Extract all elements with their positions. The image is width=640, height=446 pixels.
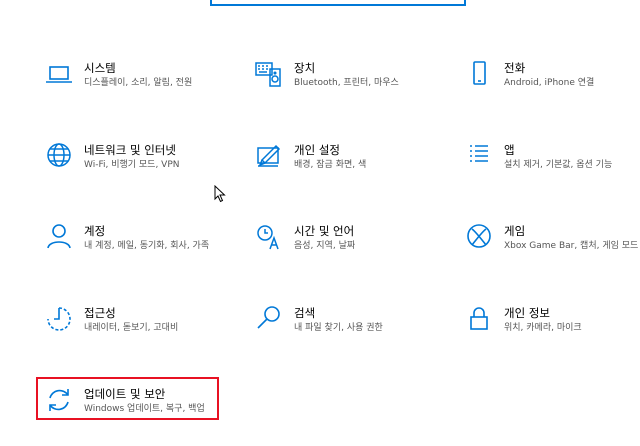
tile-accessibility[interactable]: 접근성 내레이터, 돋보기, 고대비 — [38, 305, 228, 365]
tile-description: 디스플레이, 소리, 알림, 전원 — [84, 78, 193, 88]
laptop-icon — [44, 60, 74, 90]
tile-title: 전화 — [504, 61, 526, 75]
tile-description: 설치 제거, 기본값, 옵션 기능 — [504, 160, 613, 170]
mouse-cursor-icon — [214, 184, 226, 203]
tile-description: 음성, 지역, 날짜 — [294, 241, 356, 251]
tile-phone[interactable]: 전화 Android, iPhone 연결 — [458, 60, 640, 120]
tile-network[interactable]: 네트워크 및 인터넷 Wi-Fi, 비행기 모드, VPN — [38, 142, 228, 202]
tile-title: 개인 설정 — [294, 143, 340, 157]
tile-description: Bluetooth, 프린터, 마우스 — [294, 78, 399, 88]
tile-apps[interactable]: 앱 설치 제거, 기본값, 옵션 기능 — [458, 142, 640, 202]
tile-devices[interactable]: 장치 Bluetooth, 프린터, 마우스 — [248, 60, 438, 120]
sync-icon — [44, 386, 74, 416]
tile-privacy[interactable]: 개인 정보 위치, 카메라, 마이크 — [458, 305, 640, 365]
tile-description: Xbox Game Bar, 캡처, 게임 모드 — [504, 241, 639, 251]
tile-title: 장치 — [294, 61, 316, 75]
tile-description: Android, iPhone 연결 — [504, 78, 595, 88]
tile-title: 접근성 — [84, 306, 116, 320]
tile-title: 네트워크 및 인터넷 — [84, 143, 176, 157]
globe-icon — [44, 142, 74, 172]
accessibility-icon — [44, 305, 74, 335]
tile-gaming[interactable]: 게임 Xbox Game Bar, 캡처, 게임 모드 — [458, 223, 640, 283]
tile-description: 위치, 카메라, 마이크 — [504, 323, 582, 333]
time-language-icon — [254, 223, 284, 253]
search-icon — [254, 305, 284, 335]
personalize-icon — [254, 142, 284, 172]
tile-title: 시간 및 언어 — [294, 224, 355, 238]
apps-list-icon — [464, 142, 494, 172]
tile-description: 내 계정, 메일, 동기화, 회사, 가족 — [84, 241, 210, 251]
tile-system[interactable]: 시스템 디스플레이, 소리, 알림, 전원 — [38, 60, 228, 120]
tile-title: 계정 — [84, 224, 106, 238]
tile-title: 게임 — [504, 224, 526, 238]
devices-icon — [254, 60, 284, 90]
search-box[interactable] — [210, 0, 466, 6]
person-icon — [44, 223, 74, 253]
tile-search[interactable]: 검색 내 파일 찾기, 사용 권한 — [248, 305, 438, 365]
tile-description: Windows 업데이트, 복구, 백업 — [84, 404, 205, 414]
tile-title: 업데이트 및 보안 — [84, 387, 166, 401]
tile-update-security[interactable]: 업데이트 및 보안 Windows 업데이트, 복구, 백업 — [38, 386, 228, 446]
tile-accounts[interactable]: 계정 내 계정, 메일, 동기화, 회사, 가족 — [38, 223, 228, 283]
tile-title: 앱 — [504, 143, 515, 157]
tile-description: 내 파일 찾기, 사용 권한 — [294, 323, 383, 333]
tile-description: 내레이터, 돋보기, 고대비 — [84, 323, 179, 333]
xbox-icon — [464, 223, 494, 253]
lock-icon — [464, 305, 494, 335]
tile-personalization[interactable]: 개인 설정 배경, 잠금 화면, 색 — [248, 142, 438, 202]
tile-time-language[interactable]: 시간 및 언어 음성, 지역, 날짜 — [248, 223, 438, 283]
tile-title: 검색 — [294, 306, 316, 320]
search-input[interactable] — [212, 0, 464, 4]
tile-description: Wi-Fi, 비행기 모드, VPN — [84, 160, 180, 170]
tile-description: 배경, 잠금 화면, 색 — [294, 160, 367, 170]
tile-title: 시스템 — [84, 61, 116, 75]
tile-title: 개인 정보 — [504, 306, 550, 320]
phone-icon — [464, 60, 494, 90]
